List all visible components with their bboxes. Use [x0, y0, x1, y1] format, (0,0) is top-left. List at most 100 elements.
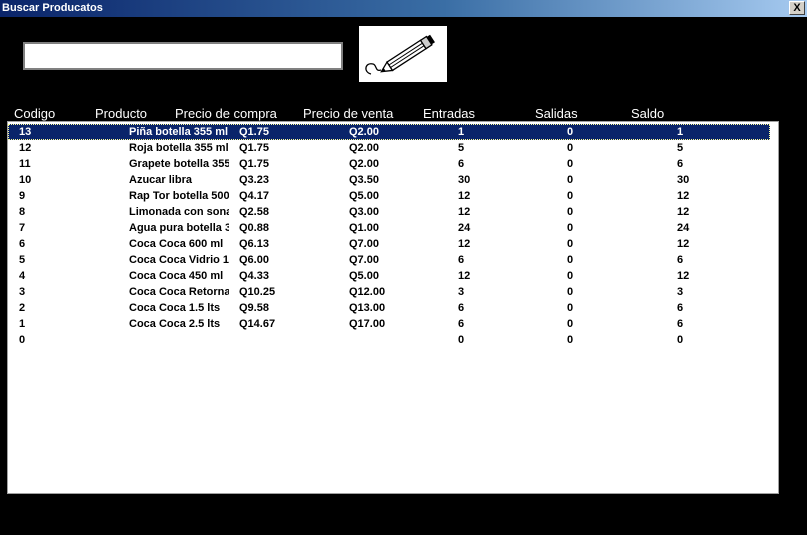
entradas-cell: 1: [458, 126, 465, 138]
saldo-cell: 6: [677, 318, 684, 330]
header-saldo[interactable]: Saldo: [631, 106, 664, 121]
precio-compra-cell: Q3.23: [239, 174, 269, 186]
table-row[interactable]: 7 Agua pura botella 3 Q0.88 Q1.00 24 0 24: [8, 220, 770, 236]
close-button[interactable]: X: [789, 1, 805, 15]
table-row[interactable]: 6 Coca Coca 600 ml Q6.13 Q7.00 12 0 12: [8, 236, 770, 252]
codigo-cell: 2: [19, 302, 26, 314]
codigo-cell: 12: [19, 142, 32, 154]
header-salidas[interactable]: Salidas: [535, 106, 578, 121]
entradas-cell: 3: [458, 286, 465, 298]
search-button[interactable]: [359, 26, 447, 82]
precio-venta-cell: Q2.00: [349, 126, 379, 138]
precio-compra-cell: Q14.67: [239, 318, 276, 330]
producto-cell: Rap Tor botella 500: [129, 190, 229, 202]
entradas-cell: 12: [458, 238, 471, 250]
products-grid[interactable]: 13 Piña botella 355 ml Q1.75 Q2.00 1 0 1 12 Roja…: [7, 121, 779, 494]
table-row[interactable]: 0 0 0 0: [8, 332, 770, 348]
precio-compra-cell: Q1.75: [239, 126, 269, 138]
table-row[interactable]: 2 Coca Coca 1.5 lts Q9.58 Q13.00 6 0 6: [8, 300, 770, 316]
saldo-cell: 5: [677, 142, 684, 154]
producto-cell: Grapete botella 355: [129, 158, 229, 170]
precio-compra-cell: Q0.88: [239, 222, 269, 234]
entradas-cell: 6: [458, 318, 465, 330]
table-row[interactable]: 9 Rap Tor botella 500 Q4.17 Q5.00 12 0 12: [8, 188, 770, 204]
codigo-cell: 8: [19, 206, 26, 218]
codigo-cell: 1: [19, 318, 26, 330]
entradas-cell: 24: [458, 222, 471, 234]
producto-cell: Coca Coca Vidrio 1: [129, 254, 229, 266]
codigo-cell: 9: [19, 190, 26, 202]
precio-venta-cell: [349, 334, 439, 347]
producto-cell: Limonada con sona: [129, 206, 229, 218]
precio-compra-cell: Q10.25: [239, 286, 276, 298]
saldo-cell: 3: [677, 286, 684, 298]
precio-compra-cell: Q2.58: [239, 206, 269, 218]
salidas-cell: 0: [567, 334, 574, 346]
codigo-cell: 3: [19, 286, 26, 298]
producto-cell: Azucar libra: [129, 174, 192, 186]
header-precio-venta[interactable]: Precio de venta: [303, 106, 393, 121]
table-row[interactable]: 10 Azucar libra Q3.23 Q3.50 30 0 30: [8, 172, 770, 188]
precio-venta-cell: Q7.00: [349, 254, 379, 266]
saldo-cell: 12: [677, 238, 690, 250]
table-row[interactable]: 3 Coca Coca Retorna Q10.25 Q12.00 3 0 3: [8, 284, 770, 300]
search-input[interactable]: [23, 42, 343, 70]
entradas-cell: 0: [458, 334, 465, 346]
codigo-cell: 10: [19, 174, 32, 186]
header-precio-compra[interactable]: Precio de compra: [175, 106, 277, 121]
saldo-cell: 0: [677, 334, 684, 346]
salidas-cell: 0: [567, 302, 574, 314]
producto-cell: Piña botella 355 ml: [129, 126, 229, 138]
table-row[interactable]: 1 Coca Coca 2.5 lts Q14.67 Q17.00 6 0 6: [8, 316, 770, 332]
entradas-cell: 6: [458, 302, 465, 314]
salidas-cell: 0: [567, 206, 574, 218]
saldo-cell: 12: [677, 190, 690, 202]
codigo-cell: 0: [19, 334, 26, 346]
precio-compra-cell: Q1.75: [239, 142, 269, 154]
table-row[interactable]: 12 Roja botella 355 ml Q1.75 Q2.00 5 0 5: [8, 140, 770, 156]
precio-venta-cell: Q7.00: [349, 238, 379, 250]
producto-cell: [129, 334, 229, 347]
table-row[interactable]: 5 Coca Coca Vidrio 1 Q6.00 Q7.00 6 0 6: [8, 252, 770, 268]
precio-compra-cell: Q4.17: [239, 190, 269, 202]
header-producto[interactable]: Producto: [95, 106, 147, 121]
header-codigo[interactable]: Codigo: [14, 106, 55, 121]
salidas-cell: 0: [567, 142, 574, 154]
saldo-cell: 1: [677, 126, 684, 138]
producto-cell: Coca Coca 600 ml: [129, 238, 224, 250]
producto-cell: Coca Coca 2.5 lts: [129, 318, 221, 330]
title-bar: Buscar Producatos X: [0, 0, 807, 17]
precio-venta-cell: Q13.00: [349, 302, 386, 314]
entradas-cell: 6: [458, 158, 465, 170]
saldo-cell: 6: [677, 302, 684, 314]
codigo-cell: 7: [19, 222, 26, 234]
table-row[interactable]: 8 Limonada con sona Q2.58 Q3.00 12 0 12: [8, 204, 770, 220]
precio-venta-cell: Q5.00: [349, 270, 379, 282]
precio-venta-cell: Q17.00: [349, 318, 386, 330]
salidas-cell: 0: [567, 254, 574, 266]
salidas-cell: 0: [567, 126, 574, 138]
producto-cell: Coca Coca 1.5 lts: [129, 302, 221, 314]
entradas-cell: 6: [458, 254, 465, 266]
table-row[interactable]: 4 Coca Coca 450 ml Q4.33 Q5.00 12 0 12: [8, 268, 770, 284]
saldo-cell: 12: [677, 206, 690, 218]
precio-venta-cell: Q3.00: [349, 206, 379, 218]
saldo-cell: 12: [677, 270, 690, 282]
precio-compra-cell: Q9.58: [239, 302, 269, 314]
salidas-cell: 0: [567, 222, 574, 234]
table-row[interactable]: 13 Piña botella 355 ml Q1.75 Q2.00 1 0 1: [8, 124, 770, 140]
precio-compra-cell: Q1.75: [239, 158, 269, 170]
saldo-cell: 6: [677, 254, 684, 266]
precio-venta-cell: Q5.00: [349, 190, 379, 202]
producto-cell: Roja botella 355 ml: [129, 142, 229, 154]
header-entradas[interactable]: Entradas: [423, 106, 475, 121]
table-row[interactable]: 11 Grapete botella 355 Q1.75 Q2.00 6 0 6: [8, 156, 770, 172]
producto-cell: Agua pura botella 3: [129, 222, 229, 234]
codigo-cell: 5: [19, 254, 26, 266]
precio-compra-cell: Q6.00: [239, 254, 269, 266]
precio-venta-cell: Q2.00: [349, 142, 379, 154]
pencil-icon: [365, 34, 435, 75]
producto-cell: Coca Coca Retorna: [129, 286, 229, 298]
precio-venta-cell: Q2.00: [349, 158, 379, 170]
codigo-cell: 4: [19, 270, 26, 282]
